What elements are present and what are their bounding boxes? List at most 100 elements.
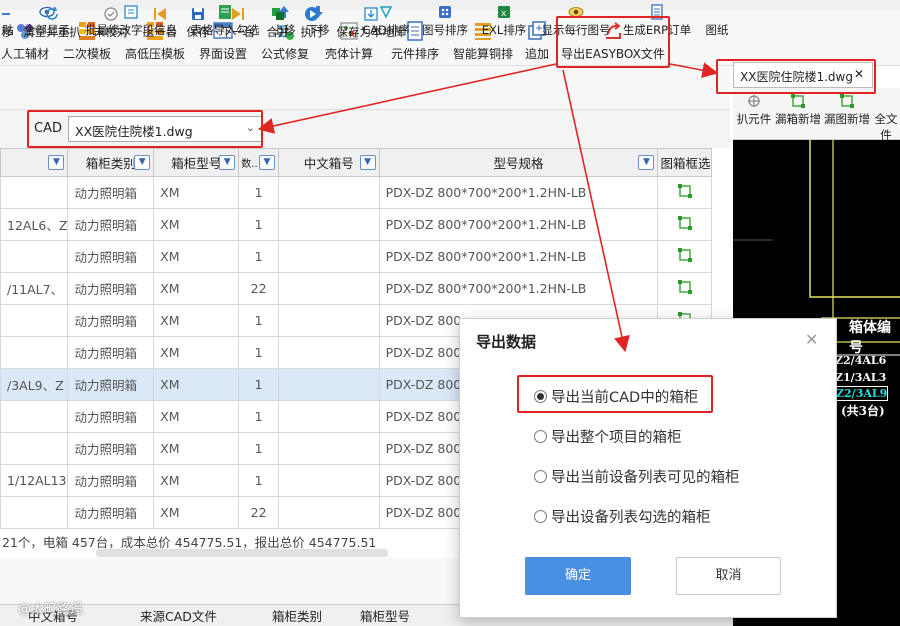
cell-model: XM bbox=[153, 400, 240, 433]
cad-text-z2-4al6: Z2/4AL6 bbox=[835, 354, 887, 367]
cell-box-select[interactable] bbox=[657, 176, 712, 209]
annotation-box-export bbox=[556, 16, 670, 68]
cell-qty: 1 bbox=[238, 400, 279, 433]
radio-unchecked-icon bbox=[534, 430, 547, 443]
filter-icon[interactable]: ▼ bbox=[134, 155, 151, 170]
cell-spec: PDX-DZ 800*700*200*1.2HN-LB bbox=[378, 208, 659, 241]
cell-category: 动力照明箱 bbox=[67, 176, 155, 209]
annotation-box-option bbox=[517, 375, 713, 413]
filter-icon[interactable]: ▼ bbox=[48, 155, 65, 170]
drawing-button[interactable]: 图纸 bbox=[704, 4, 730, 42]
execute-button[interactable]: 执行 bbox=[298, 6, 326, 44]
save-local-library-button[interactable]: 保存为本地库 bbox=[334, 6, 408, 44]
filter-icon[interactable]: ▼ bbox=[219, 155, 236, 170]
drawing-icon bbox=[709, 4, 725, 20]
cell-category: 动力照明箱 bbox=[67, 240, 155, 273]
close-icon[interactable]: ✕ bbox=[805, 330, 818, 349]
cell-spec: PDX-DZ 800*700*200*1.2HN-LB bbox=[378, 176, 659, 209]
watermark: @太町路遥 bbox=[18, 602, 84, 617]
box-select-icon bbox=[791, 94, 805, 108]
drawing-sort-icon bbox=[439, 6, 451, 18]
cell-index: /3AL9、Z bbox=[0, 368, 69, 401]
excel-sort-button[interactable]: x EXL排序 bbox=[478, 4, 530, 42]
cell-qty: 22 bbox=[238, 272, 279, 305]
column-header: ▼ bbox=[0, 148, 69, 177]
cell-cn-no bbox=[277, 208, 380, 241]
cell-cn-no bbox=[277, 176, 380, 209]
target-icon bbox=[748, 95, 760, 107]
cad-tool-missing-box[interactable]: 漏箱新增 bbox=[775, 94, 821, 127]
cell-qty: 1 bbox=[238, 176, 279, 209]
bottom-header-model: 箱柜型号 bbox=[360, 609, 411, 624]
column-header-cn-no: 中文箱号 ▼ bbox=[277, 148, 380, 177]
cell-box-select[interactable] bbox=[657, 240, 712, 273]
cad-tool-full-file[interactable]: 全文件 bbox=[872, 94, 900, 143]
cell-box-select[interactable] bbox=[657, 272, 712, 305]
cell-box-select[interactable] bbox=[657, 208, 712, 241]
cell-cn-no bbox=[277, 400, 380, 433]
cell-spec: PDX-DZ 800*700*200*1.2HN-LB bbox=[378, 272, 659, 305]
unchecked-button[interactable]: 未校对 bbox=[90, 6, 132, 44]
save-icon bbox=[192, 8, 204, 20]
column-header-qty: 数.. ▼ bbox=[238, 148, 279, 177]
cell-index bbox=[0, 176, 69, 209]
cell-model: XM bbox=[153, 304, 240, 337]
annotation-box-cad-tab bbox=[716, 59, 876, 94]
table-row[interactable]: /11AL7、 动力照明箱 XM 22 PDX-DZ 800*700*200*1.2HN… bbox=[0, 272, 712, 305]
cell-qty: 1 bbox=[238, 432, 279, 465]
confirm-button[interactable]: 确定 bbox=[525, 557, 631, 595]
cancel-button[interactable]: 取消 bbox=[676, 557, 781, 595]
bottom-btn-move[interactable]: 移 bbox=[0, 6, 14, 44]
merge-button[interactable]: 合并 bbox=[264, 6, 292, 44]
cell-index: 12AL6、Z bbox=[0, 208, 69, 241]
cad-tool-missing-drawing[interactable]: 漏图新增 bbox=[823, 94, 871, 127]
radio-export-visible[interactable]: 导出当前设备列表可见的箱柜 bbox=[534, 466, 740, 487]
cell-qty: 1 bbox=[238, 304, 279, 337]
box-select-icon bbox=[677, 184, 692, 198]
cell-index bbox=[0, 432, 69, 465]
box-select-icon bbox=[677, 216, 692, 230]
cell-model: XM bbox=[153, 176, 240, 209]
cell-qty: 1 bbox=[238, 240, 279, 273]
cell-cn-no bbox=[277, 464, 380, 497]
bottom-header-category: 箱柜类别 bbox=[272, 609, 323, 624]
drawing-sort-button[interactable]: 图号排序 bbox=[420, 4, 470, 42]
clear-refetch-button[interactable]: 清空并重扒 bbox=[20, 6, 84, 44]
play-icon bbox=[305, 7, 319, 21]
table-header-row: ▼ 箱柜类别 ▼ 箱柜型号 ▼ 数.. ▼ 中文箱号 ▼ 型号规格 ▼ 图箱框选 bbox=[0, 148, 712, 177]
annotation-box-cad-select bbox=[27, 110, 263, 148]
cad-text-box-no: 箱体编号 bbox=[849, 320, 891, 356]
refresh-icon bbox=[46, 6, 58, 20]
cell-model: XM bbox=[153, 464, 240, 497]
save-button[interactable]: 保存 bbox=[184, 6, 212, 44]
excel-sort-icon: x bbox=[498, 6, 510, 19]
table-row[interactable]: 12AL6、Z 动力照明箱 XM 1 PDX-DZ 800*700*200*1.2HN-… bbox=[0, 208, 712, 241]
next-unit-button[interactable]: 下一台 bbox=[218, 6, 258, 44]
cell-index bbox=[0, 304, 69, 337]
table-row[interactable]: 动力照明箱 XM 1 PDX-DZ 800*700*200*1.2HN-LB bbox=[0, 176, 712, 209]
cad-tool-extract[interactable]: 扒元件 bbox=[735, 94, 773, 127]
cell-qty: 1 bbox=[238, 336, 279, 369]
first-icon bbox=[154, 8, 166, 20]
svg-text:x: x bbox=[501, 9, 507, 19]
radio-export-checked[interactable]: 导出设备列表勾选的箱柜 bbox=[534, 506, 711, 527]
filter-icon[interactable]: ▼ bbox=[359, 155, 376, 170]
radio-export-project[interactable]: 导出整个项目的箱柜 bbox=[534, 426, 682, 447]
filter-icon[interactable]: ▼ bbox=[258, 155, 275, 170]
move-icon bbox=[2, 13, 10, 15]
cell-category: 动力照明箱 bbox=[67, 368, 155, 401]
column-header-model: 箱柜型号 ▼ bbox=[153, 148, 240, 177]
cell-model: XM bbox=[153, 432, 240, 465]
merge-icon bbox=[272, 8, 284, 20]
filter-icon[interactable]: ▼ bbox=[638, 155, 655, 170]
table-row[interactable]: 动力照明箱 XM 1 PDX-DZ 800*700*200*1.2HN-LB bbox=[0, 240, 712, 273]
horizontal-scrollbar[interactable] bbox=[96, 549, 388, 557]
cell-category: 动力照明箱 bbox=[67, 272, 155, 305]
cell-index: 1/12AL13 bbox=[0, 464, 69, 497]
cell-category: 动力照明箱 bbox=[67, 208, 155, 241]
previous-unit-button[interactable]: 上一台 bbox=[140, 6, 180, 44]
cad-text-count: (共3台) bbox=[841, 404, 885, 418]
cell-cn-no bbox=[277, 496, 380, 529]
file-icon bbox=[878, 94, 894, 108]
secondary-toolbar bbox=[0, 66, 730, 110]
